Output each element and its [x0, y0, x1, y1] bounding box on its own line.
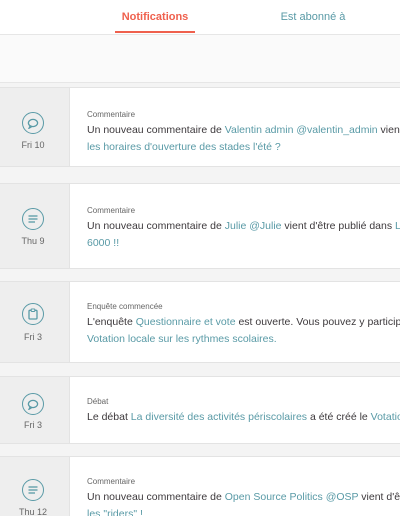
notification-card[interactable]: Thu 12 Commentaire Un nouveau commentair… — [0, 456, 400, 516]
resource-link[interactable]: les "riders" ! — [87, 508, 143, 516]
text-fragment: vient d'être publié dans — [281, 220, 396, 232]
clipboard-icon — [22, 303, 44, 325]
card-date: Fri 3 — [24, 332, 42, 342]
card-date: Fri 3 — [24, 420, 42, 430]
card-side: Fri 3 — [0, 377, 70, 443]
notification-card[interactable]: Fri 10 Commentaire Un nouveau commentair… — [0, 87, 400, 167]
text-fragment: Un nouveau commentaire de — [87, 124, 225, 136]
card-text-line-1: L'enquête Questionnaire et vote est ouve… — [87, 314, 400, 331]
card-type: Enquête commencée — [87, 302, 163, 311]
card-side: Thu 12 — [0, 457, 70, 516]
card-text-line-1: Un nouveau commentaire de Valentin admin… — [87, 122, 400, 139]
card-text-line-2: les "riders" ! — [87, 506, 400, 516]
tab-subscribed-label: Est abonné à — [280, 11, 346, 23]
text-fragment: Un nouveau commentaire de — [87, 220, 225, 232]
notification-card[interactable]: Thu 9 Commentaire Un nouveau commentaire… — [0, 183, 400, 269]
card-text-line-2: 6000 !! — [87, 235, 400, 252]
survey-link[interactable]: Questionnaire et vote — [136, 316, 236, 328]
card-text-line-1: Un nouveau commentaire de Julie @Julie v… — [87, 218, 400, 235]
card-date: Thu 9 — [21, 236, 45, 246]
card-side: Fri 10 — [0, 88, 70, 166]
text-fragment: vient d'ê — [358, 491, 400, 503]
text-fragment: L'enquête — [87, 316, 136, 328]
card-body: Commentaire Un nouveau commentaire de Ju… — [87, 206, 400, 252]
text-lines-icon — [22, 479, 44, 501]
resource-link[interactable]: Votatio — [371, 411, 400, 423]
card-side: Thu 9 — [0, 184, 70, 268]
notification-card[interactable]: Fri 3 Enquête commencée L'enquête Questi… — [0, 281, 400, 363]
card-text-line-2: les horaires d'ouverture des stades l'ét… — [87, 139, 400, 156]
tab-subscribed[interactable]: Est abonné à — [270, 0, 356, 34]
author-link[interactable]: Valentin admin @valentin_admin — [225, 124, 378, 136]
card-type: Débat — [87, 397, 109, 406]
resource-link[interactable]: les horaires d'ouverture des stades l'ét… — [87, 141, 281, 153]
resource-link[interactable]: L — [395, 220, 400, 232]
card-body: Enquête commencée L'enquête Questionnair… — [87, 302, 400, 348]
text-fragment: a été créé le — [307, 411, 371, 423]
author-link[interactable]: Julie @Julie — [225, 220, 282, 232]
card-body: Commentaire Un nouveau commentaire de Op… — [87, 477, 400, 516]
notification-card[interactable]: Fri 3 Débat Le débat La diversité des ac… — [0, 376, 400, 444]
card-date: Thu 12 — [18, 507, 48, 516]
comment-bubble-icon — [22, 112, 44, 134]
author-link[interactable]: Open Source Politics @OSP — [225, 491, 359, 503]
comment-bubble-icon — [22, 393, 44, 415]
card-date: Fri 10 — [21, 140, 45, 150]
tabs-bar: Notifications Est abonné à — [0, 0, 400, 34]
text-fragment: Un nouveau commentaire de — [87, 491, 225, 503]
card-type: Commentaire — [87, 206, 136, 215]
card-text-line-1: Un nouveau commentaire de Open Source Po… — [87, 489, 400, 506]
card-type: Commentaire — [87, 110, 136, 119]
card-text-line-1: Le débat La diversité des activités péri… — [87, 409, 400, 426]
header-band — [0, 35, 400, 83]
tab-notifications-label: Notifications — [121, 11, 189, 23]
text-lines-icon — [22, 208, 44, 230]
debate-link[interactable]: La diversité des activités périscolaires — [131, 411, 307, 423]
card-body: Débat Le débat La diversité des activité… — [87, 397, 400, 426]
text-fragment: est ouverte. Vous pouvez y particip — [235, 316, 400, 328]
text-fragment: Le débat — [87, 411, 131, 423]
resource-link[interactable]: 6000 !! — [87, 237, 119, 249]
card-type: Commentaire — [87, 477, 136, 486]
card-side: Fri 3 — [0, 282, 70, 362]
resource-link[interactable]: Votation locale sur les rythmes scolaire… — [87, 333, 277, 345]
text-fragment: vient — [380, 124, 400, 136]
active-tab-underline — [115, 31, 195, 33]
card-body: Commentaire Un nouveau commentaire de Va… — [87, 110, 400, 156]
tab-notifications[interactable]: Notifications — [115, 0, 195, 34]
card-text-line-2: Votation locale sur les rythmes scolaire… — [87, 331, 400, 348]
